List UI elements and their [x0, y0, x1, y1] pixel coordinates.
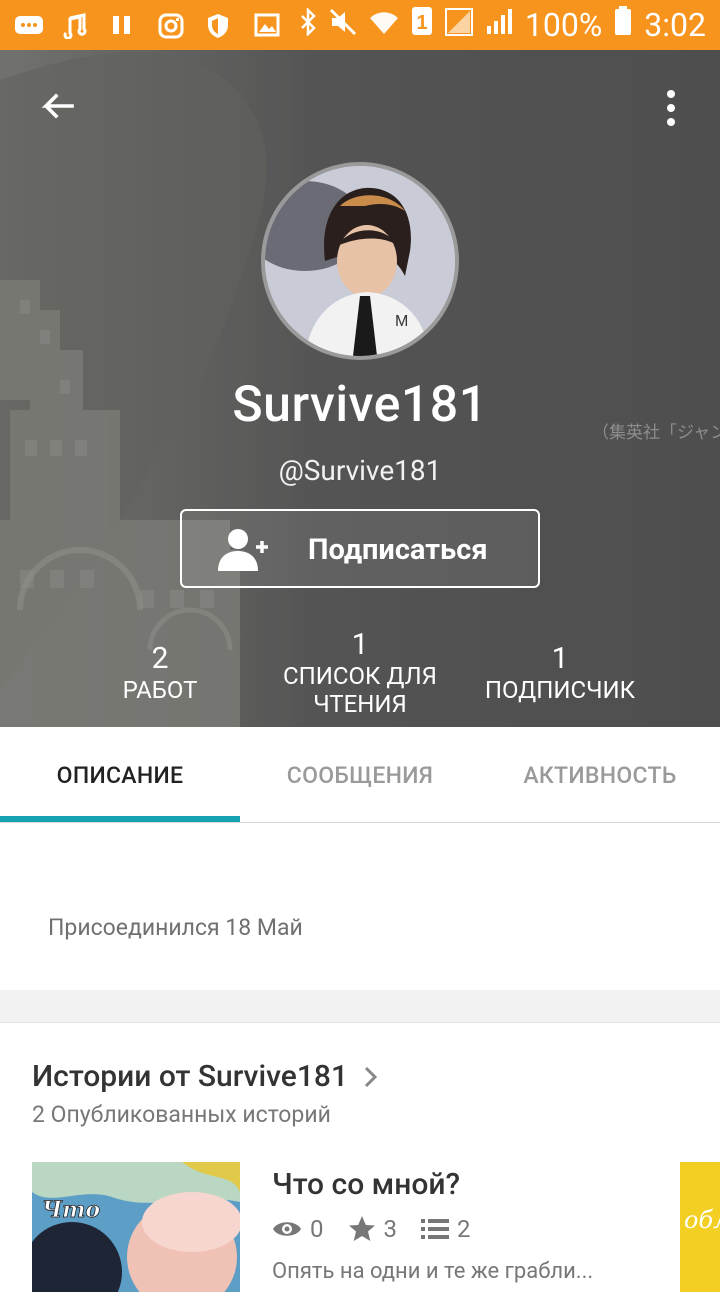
stat-works-count: 2 — [151, 641, 169, 676]
pause-icon — [110, 13, 136, 37]
stories-title: Истории от Survive181 — [32, 1059, 349, 1094]
stat-reading-lists[interactable]: 1 СПИСОК ДЛЯ ЧТЕНИЯ — [270, 627, 450, 719]
star-icon — [348, 1216, 375, 1241]
sim-slot-number: 1 — [416, 12, 427, 34]
stat-reading-lists-label-line2: ЧТЕНИЯ — [313, 690, 407, 718]
story-cover-2-image: обл — [680, 1162, 720, 1292]
bluetooth-icon — [299, 6, 317, 44]
tab-activity[interactable]: АКТИВНОСТЬ — [480, 727, 720, 823]
person-add-icon — [218, 529, 268, 571]
stories-section: Истории от Survive181 2 Опубликованных и… — [0, 1023, 720, 1292]
battery-percent: 100% — [524, 6, 603, 44]
stories-header[interactable]: Истории от Survive181 — [32, 1059, 380, 1094]
story-cover[interactable]: Что — [32, 1162, 240, 1292]
image-icon — [254, 13, 280, 37]
description-section: Присоединился 18 Май — [0, 824, 720, 990]
profile-handle: @Survive181 — [278, 454, 442, 487]
story-parts: 2 — [457, 1215, 471, 1243]
messages-icon — [14, 13, 43, 37]
profile-header: （集英社「ジャンプ M Survive181 @Survive181 Подпи… — [0, 50, 720, 727]
section-divider — [0, 990, 720, 1023]
stat-works[interactable]: 2 РАБОТ — [100, 641, 220, 705]
mute-icon — [329, 6, 357, 44]
menu-dot — [667, 104, 675, 112]
avatar[interactable]: M — [261, 162, 459, 360]
music-icon — [62, 13, 88, 40]
signal-2-icon — [485, 6, 513, 44]
story-title[interactable]: Что со мной? — [272, 1167, 460, 1202]
instagram-icon — [158, 13, 184, 39]
story-cover-2[interactable]: обл — [680, 1162, 720, 1292]
story-description: Опять на одни и те же грабли... — [272, 1259, 594, 1284]
more-vertical-icon — [667, 90, 675, 98]
profile-tabs: ОПИСАНИЕ СООБЩЕНИЯ АКТИВНОСТЬ — [0, 727, 720, 823]
active-tab-indicator — [0, 816, 240, 822]
signal-1-icon — [444, 6, 473, 44]
arrow-left-icon — [41, 93, 74, 119]
stat-reading-lists-label-line1: СПИСОК ДЛЯ — [283, 662, 437, 690]
tab-messages[interactable]: СООБЩЕНИЯ — [240, 727, 480, 823]
profile-display-name: Survive181 — [232, 376, 488, 434]
chevron-right-icon — [364, 1066, 378, 1087]
clock: 3:02 — [644, 6, 706, 44]
menu-dot — [667, 118, 675, 126]
list-icon — [421, 1219, 449, 1239]
stat-followers[interactable]: 1 ПОДПИСЧИК — [470, 641, 650, 705]
status-bar: 1 100% 3:02 — [0, 0, 720, 50]
back-button[interactable] — [34, 86, 78, 130]
more-options-button[interactable] — [656, 86, 686, 130]
joined-date: Присоединился 18 Май — [48, 914, 303, 941]
story-stats: 0 3 2 — [272, 1215, 495, 1243]
svg-text:M: M — [395, 313, 408, 330]
stat-followers-label: ПОДПИСЧИК — [484, 676, 636, 704]
stat-followers-count: 1 — [551, 641, 569, 676]
follow-button-label: Подписаться — [308, 533, 488, 567]
sim-slot-icon: 1 — [411, 6, 433, 44]
avatar-image: M — [265, 166, 455, 356]
stories-count: 2 Опубликованных историй — [32, 1101, 331, 1128]
story-views: 0 — [310, 1215, 324, 1243]
eye-icon — [273, 1222, 301, 1236]
story-cover-image: Что — [32, 1162, 240, 1292]
story-cover-text: Что — [42, 1197, 100, 1223]
stat-reading-lists-count: 1 — [351, 627, 369, 662]
stat-works-label: РАБОТ — [122, 676, 198, 704]
shield-icon — [206, 13, 232, 38]
story-votes: 3 — [383, 1215, 398, 1243]
battery-icon — [614, 6, 632, 44]
wifi-icon — [369, 6, 399, 44]
follow-button[interactable]: Подписаться — [180, 509, 540, 588]
tab-description[interactable]: ОПИСАНИЕ — [0, 727, 240, 823]
story-cover-2-text: обл — [684, 1206, 720, 1234]
